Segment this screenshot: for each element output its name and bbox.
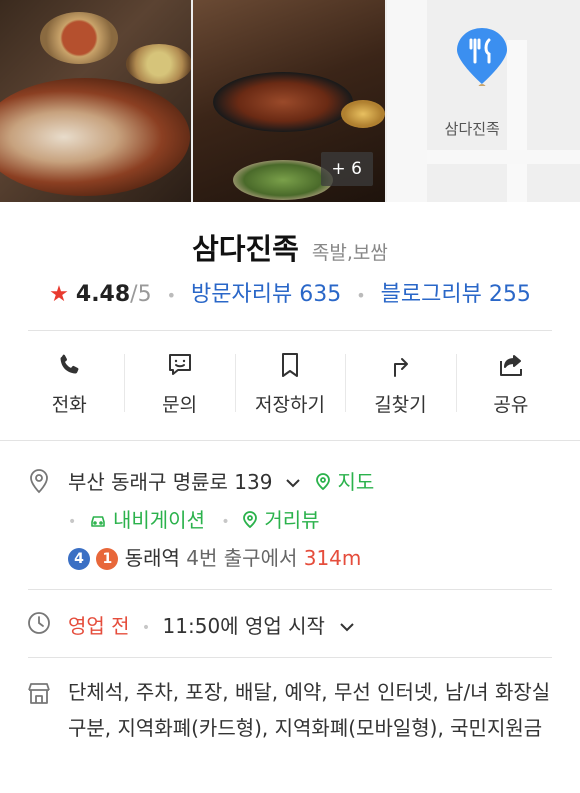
place-name: 삼다진족	[192, 232, 299, 266]
directions-label: 길찾기	[374, 394, 427, 416]
map-pin-small-icon	[316, 473, 331, 491]
store-icon	[28, 683, 50, 704]
rating-max: /5	[130, 282, 152, 307]
chat-icon	[165, 350, 195, 380]
separator-dot: •	[68, 513, 77, 530]
hours-line: 영업 전 • 11:50에 영업 시작	[68, 610, 355, 639]
separator-dot: •	[356, 285, 366, 305]
blog-reviews-link[interactable]: 블로그리뷰 255	[381, 282, 531, 307]
car-icon	[90, 516, 105, 527]
station-name: 동래역	[124, 546, 180, 570]
address-section: 부산 동래구 명륜로 139 지도 • 내비게이션 • 거리뷰 4 1 동래역 …	[26, 466, 556, 576]
directions-icon	[385, 350, 415, 380]
subway-line-4-badge: 4	[68, 548, 90, 570]
navigation-label: 내비게이션	[112, 508, 205, 532]
visitor-reviews-link[interactable]: 방문자리뷰 635	[191, 282, 341, 307]
phone-icon	[54, 350, 84, 380]
separator-dot: •	[221, 513, 230, 530]
facilities-section: 단체석, 주차, 포장, 배달, 예약, 무선 인터넷, 남/녀 화장실 구분,…	[26, 674, 556, 786]
share-label: 공유	[493, 394, 529, 416]
photo-strip: + 6 삼다진족	[0, 0, 580, 202]
inquiry-label: 문의	[162, 394, 198, 416]
street-view-link[interactable]: 거리뷰	[242, 508, 320, 532]
action-bar: 전화 문의 저장하기 길찾기 공유	[14, 338, 566, 428]
divider	[28, 589, 552, 590]
more-photos-badge[interactable]: + 6	[320, 152, 373, 186]
rating-value: 4.48	[75, 282, 131, 307]
save-button[interactable]: 저장하기	[234, 338, 345, 428]
navigation-link[interactable]: 내비게이션	[89, 508, 212, 532]
share-icon	[496, 350, 526, 380]
map-pin-icon	[456, 28, 507, 86]
divider	[28, 657, 552, 658]
location-pin-icon	[30, 469, 48, 494]
map-place-label: 삼다진족	[444, 120, 500, 138]
separator-dot: •	[166, 285, 177, 305]
rating-row: ★ 4.48/5 • 방문자리뷰 635 • 블로그리뷰 255	[0, 276, 580, 308]
map-link[interactable]: 지도	[315, 470, 374, 494]
star-icon: ★	[49, 282, 69, 307]
facilities-text: 단체석, 주차, 포장, 배달, 예약, 무선 인터넷, 남/녀 화장실 구분,…	[68, 680, 551, 740]
bookmark-icon	[275, 350, 305, 380]
place-category: 족발,보쌈	[311, 242, 388, 264]
business-hours-detail: 11:50에 영업 시작	[162, 614, 325, 638]
map-thumbnail[interactable]: 삼다진족	[386, 0, 580, 202]
clock-icon	[28, 612, 50, 634]
address-line: 부산 동래구 명륜로 139 지도	[68, 466, 374, 495]
directions-button[interactable]: 길찾기	[345, 338, 455, 428]
separator-dot: •	[141, 619, 151, 636]
place-title-row: 삼다진족 족발,보쌈	[0, 226, 580, 268]
save-label: 저장하기	[255, 394, 325, 416]
map-link-label: 지도	[337, 470, 375, 494]
chevron-down-icon[interactable]	[339, 614, 355, 638]
food-photo-1[interactable]	[0, 0, 192, 202]
chevron-down-icon[interactable]	[285, 470, 301, 494]
inquiry-button[interactable]: 문의	[124, 338, 234, 428]
subway-line-1-badge: 1	[96, 548, 119, 570]
divider	[28, 330, 552, 331]
address-links: • 내비게이션 • 거리뷰	[68, 504, 320, 533]
street-view-label: 거리뷰	[264, 508, 320, 532]
food-photo-2[interactable]: + 6	[193, 0, 385, 202]
street-view-pin-icon	[243, 511, 257, 529]
divider	[0, 440, 580, 441]
hours-section[interactable]: 영업 전 • 11:50에 영업 시작	[26, 610, 556, 640]
call-label: 전화	[51, 394, 87, 416]
business-status: 영업 전	[68, 614, 130, 638]
subway-info: 4 1 동래역 4번 출구에서 314m	[68, 542, 361, 571]
station-exit: 4번 출구에서	[186, 546, 298, 570]
address-text[interactable]: 부산 동래구 명륜로 139	[68, 470, 272, 494]
share-button[interactable]: 공유	[455, 338, 566, 428]
call-button[interactable]: 전화	[14, 338, 124, 428]
station-distance: 314m	[303, 546, 362, 570]
